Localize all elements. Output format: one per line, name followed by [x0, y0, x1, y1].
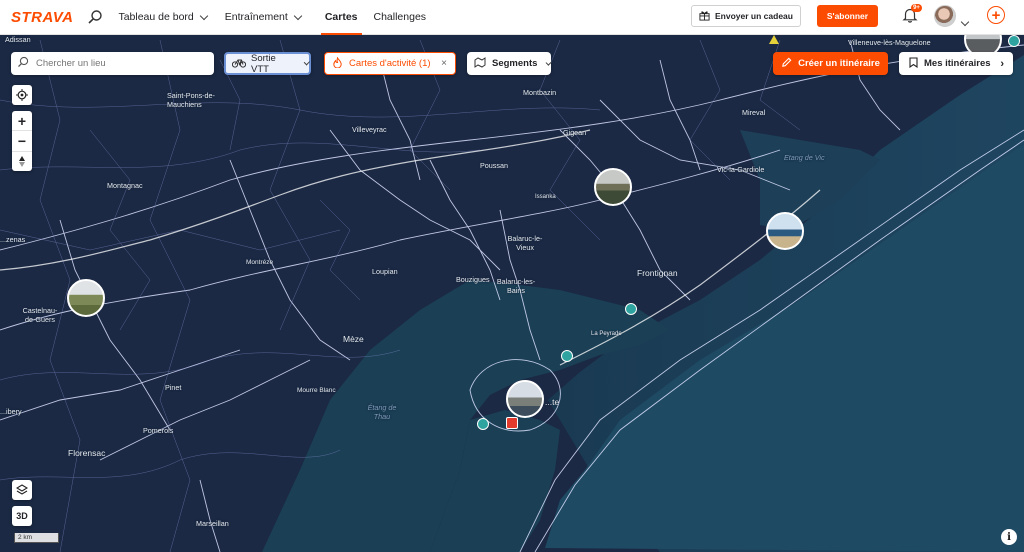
climb-marker-icon[interactable]: [1008, 35, 1020, 47]
chevron-down-icon[interactable]: [960, 12, 970, 30]
photo-thumbnail[interactable]: [766, 212, 804, 250]
place-label: Balaruc-le-Vieux: [507, 234, 543, 252]
nav-training[interactable]: Entraînement: [224, 0, 303, 35]
place-label: Montbazin: [523, 88, 557, 97]
place-label: Vic-la-Gardiole: [717, 165, 765, 174]
pencil-icon: [781, 57, 792, 71]
gift-button[interactable]: Envoyer un cadeau: [691, 5, 801, 27]
place-label: Loupian: [372, 267, 398, 276]
place-label: Etang de Vic: [784, 153, 825, 162]
chevron-down-icon: [293, 11, 303, 20]
nav-dashboard-label: Tableau de bord: [118, 11, 194, 23]
chevron-right-icon: ›: [1000, 57, 1004, 70]
place-label: Issanka: [535, 194, 556, 200]
sport-type-label: Sortie VTT: [251, 52, 276, 75]
notification-badge: 9+: [911, 4, 922, 12]
heatmap-icon: [332, 55, 343, 71]
layers-icon: [16, 484, 28, 495]
place-label: Mèze: [343, 334, 364, 344]
bike-icon: [231, 57, 247, 71]
place-label: Mourre Blanc: [297, 387, 336, 394]
nav-dashboard[interactable]: Tableau de bord: [118, 0, 209, 35]
place-label: Adissan: [5, 35, 31, 44]
place-label: Mireval: [742, 108, 766, 117]
climb-marker-icon[interactable]: [561, 350, 573, 362]
create-route-button[interactable]: Créer un itinéraire: [773, 52, 888, 75]
place-label: Poussan: [480, 161, 508, 170]
subscribe-button[interactable]: S'abonner: [817, 5, 878, 27]
place-label: Montréze: [246, 259, 274, 266]
locate-me-button[interactable]: [12, 85, 32, 105]
place-label: Balaruc-les-Bains: [496, 277, 536, 295]
climb-marker-icon[interactable]: [477, 418, 489, 430]
photo-thumbnail[interactable]: [67, 279, 105, 317]
place-label: Bouzigues: [456, 275, 490, 284]
segments-label: Segments: [492, 58, 538, 69]
heatmap-filter-label: Cartes d'activité (1): [349, 58, 431, 69]
gift-button-label: Envoyer un cadeau: [715, 11, 793, 21]
place-search-input[interactable]: [34, 57, 208, 70]
zoom-in-button[interactable]: +: [12, 111, 32, 132]
search-icon: [17, 55, 29, 73]
place-label: ...te: [545, 397, 560, 407]
zoom-controls: + −: [12, 111, 32, 171]
zoom-out-button[interactable]: −: [12, 131, 32, 152]
place-label: ...zenas: [0, 235, 26, 244]
nav-maps[interactable]: Cartes: [320, 0, 362, 35]
map-scale: 2 km: [14, 533, 59, 543]
close-icon[interactable]: ×: [441, 58, 447, 69]
climb-marker-icon[interactable]: [625, 303, 637, 315]
place-label: Étang de Thau: [367, 403, 397, 421]
create-route-label: Créer un itinéraire: [798, 58, 880, 69]
poi-marker-icon[interactable]: [506, 417, 518, 429]
heatmap-map[interactable]: Villeneuve-lès-Maguelone Adissan Saint-P…: [0, 35, 1024, 552]
compass-icon: [19, 155, 25, 167]
place-label: Saint-Pons-de-Mauchiens: [167, 91, 215, 109]
segments-select[interactable]: Segments: [467, 52, 553, 75]
nav-challenges-label: Challenges: [373, 11, 427, 23]
photo-thumbnail[interactable]: [594, 168, 632, 206]
view-3d-button[interactable]: 3D: [12, 506, 32, 526]
photo-thumbnail[interactable]: [506, 380, 544, 418]
chevron-down-icon: [199, 11, 209, 20]
compass-button[interactable]: [12, 152, 32, 171]
place-label: Castelnau-de-Guers: [22, 306, 58, 324]
place-label: La Peyrade: [591, 331, 622, 337]
place-label: Pinet: [165, 383, 182, 392]
avatar[interactable]: [934, 5, 956, 27]
segments-icon: [474, 56, 486, 71]
my-routes-button[interactable]: Mes itinéraires ›: [899, 52, 1013, 75]
search-icon[interactable]: [86, 8, 104, 26]
place-search[interactable]: [11, 52, 214, 75]
place-label: Marseillan: [196, 519, 229, 528]
gift-icon: [699, 10, 710, 23]
strava-logo[interactable]: STRAVA: [11, 9, 73, 26]
heatmap-filter-chip[interactable]: Cartes d'activité (1) ×: [324, 52, 456, 75]
place-label: Villeveyrac: [352, 125, 387, 134]
place-label: Gigean: [563, 128, 587, 137]
top-nav: STRAVA Tableau de bord Entraînement Cart…: [0, 0, 1024, 35]
place-label: ...ibery: [0, 407, 22, 416]
layers-button[interactable]: [12, 480, 32, 500]
place-label: Florensac: [68, 448, 106, 458]
place-label: Villeneuve-lès-Maguelone: [848, 38, 931, 47]
nav-maps-label: Cartes: [324, 11, 358, 23]
warning-icon[interactable]: [769, 35, 779, 44]
nav-challenges[interactable]: Challenges: [374, 0, 427, 35]
place-label: Pomerols: [143, 426, 174, 435]
sport-type-select[interactable]: Sortie VTT: [224, 52, 311, 75]
place-label: Montagnac: [107, 181, 143, 190]
my-routes-label: Mes itinéraires: [924, 58, 991, 69]
nav-training-label: Entraînement: [224, 11, 288, 23]
place-label: Frontignan: [637, 268, 678, 278]
add-icon[interactable]: +: [987, 6, 1005, 24]
info-icon[interactable]: i: [1001, 529, 1017, 545]
bookmark-icon: [909, 56, 918, 71]
crosshair-icon: [16, 89, 28, 101]
chevron-down-icon: [303, 58, 310, 66]
